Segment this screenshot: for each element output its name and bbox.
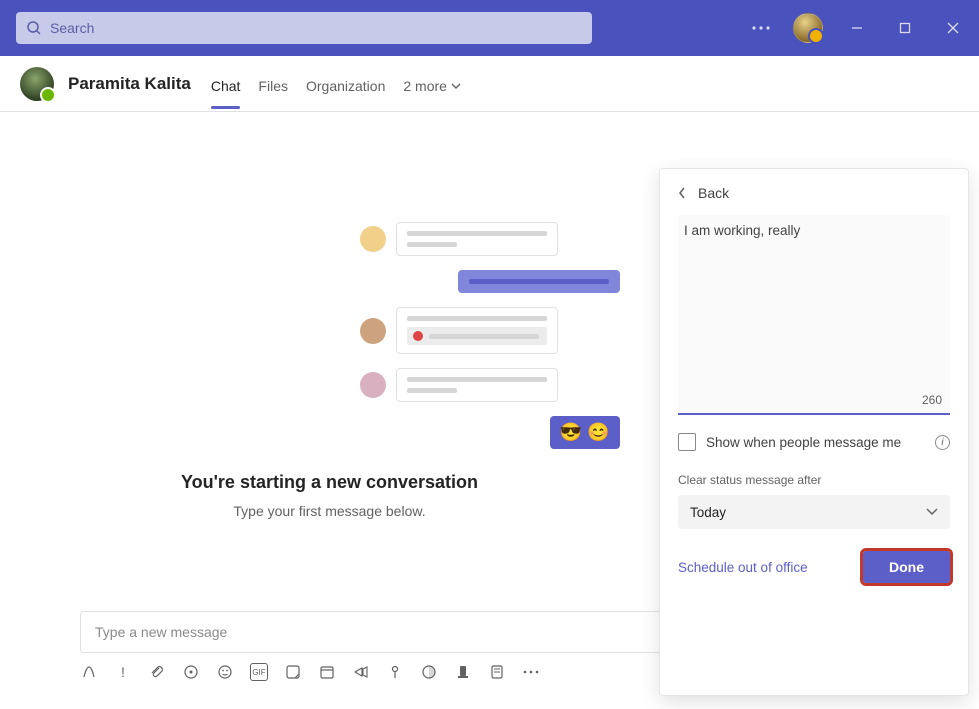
info-icon[interactable]: i <box>935 435 950 450</box>
tab-chat[interactable]: Chat <box>211 60 241 108</box>
char-remaining: 260 <box>922 393 942 407</box>
schedule-ooo-link[interactable]: Schedule out of office <box>678 560 808 575</box>
stream-icon[interactable] <box>352 663 370 681</box>
window-minimize-button[interactable] <box>843 14 871 42</box>
conversation-illustration: 😎 😊 <box>360 222 620 463</box>
illustration-bubble <box>396 307 558 354</box>
search-icon <box>26 20 42 36</box>
titlebar <box>0 0 979 56</box>
contact-name: Paramita Kalita <box>68 74 191 94</box>
chevron-down-icon <box>926 508 938 516</box>
illustration-bubble <box>396 222 558 256</box>
illustration-bubble <box>396 368 558 402</box>
tab-more[interactable]: 2 more <box>403 60 461 108</box>
attach-icon[interactable] <box>148 663 166 681</box>
illustration-avatar <box>360 226 386 252</box>
illustration-avatar <box>360 372 386 398</box>
status-message-field-wrap: 260 <box>678 215 950 415</box>
illustration-avatar <box>360 318 386 344</box>
tab-organization[interactable]: Organization <box>306 60 385 108</box>
chat-header: Paramita Kalita Chat Files Organization … <box>0 56 979 112</box>
illustration-emoji-bubble: 😎 😊 <box>550 416 620 449</box>
empty-state-subtext: Type your first message below. <box>0 503 659 519</box>
more-horizontal-icon[interactable] <box>749 16 773 40</box>
updates-icon[interactable] <box>488 663 506 681</box>
window-maximize-button[interactable] <box>891 14 919 42</box>
clear-after-select[interactable]: Today <box>678 495 950 529</box>
empty-state-headline: You're starting a new conversation <box>0 472 659 493</box>
priority-icon[interactable]: ! <box>114 663 132 681</box>
approval-icon[interactable] <box>386 663 404 681</box>
back-label: Back <box>698 185 729 201</box>
tab-files[interactable]: Files <box>258 60 288 108</box>
viva-icon[interactable] <box>420 663 438 681</box>
tab-more-label: 2 more <box>403 78 447 94</box>
illustration-bubble <box>458 270 620 293</box>
conversation-empty-state: You're starting a new conversation Type … <box>0 472 659 519</box>
more-actions-icon[interactable] <box>522 663 540 681</box>
status-message-input[interactable] <box>684 223 944 383</box>
clear-after-label: Clear status message after <box>678 473 950 487</box>
schedule-icon[interactable] <box>318 663 336 681</box>
user-avatar[interactable] <box>793 13 823 43</box>
show-when-message-label: Show when people message me <box>706 435 925 450</box>
emoji-icon[interactable] <box>216 663 234 681</box>
gif-icon[interactable]: GIF <box>250 663 268 681</box>
clear-after-value: Today <box>690 505 726 520</box>
titlebar-actions <box>749 13 967 43</box>
format-icon[interactable] <box>80 663 98 681</box>
back-button[interactable]: Back <box>678 185 950 201</box>
window-close-button[interactable] <box>939 14 967 42</box>
conversation-area: 😎 😊 You're starting a new conversation T… <box>0 112 979 709</box>
chevron-left-icon <box>678 187 686 199</box>
sticker-icon[interactable] <box>284 663 302 681</box>
chat-tabs: Chat Files Organization 2 more <box>211 60 461 108</box>
chevron-down-icon <box>451 83 461 89</box>
loop-icon[interactable] <box>182 663 200 681</box>
search-input[interactable] <box>50 20 582 36</box>
done-button[interactable]: Done <box>863 551 950 583</box>
show-when-message-checkbox[interactable] <box>678 433 696 451</box>
search-box[interactable] <box>16 12 592 44</box>
praise-icon[interactable] <box>454 663 472 681</box>
contact-avatar[interactable] <box>20 67 54 101</box>
status-message-panel: Back 260 Show when people message me i C… <box>659 168 969 696</box>
